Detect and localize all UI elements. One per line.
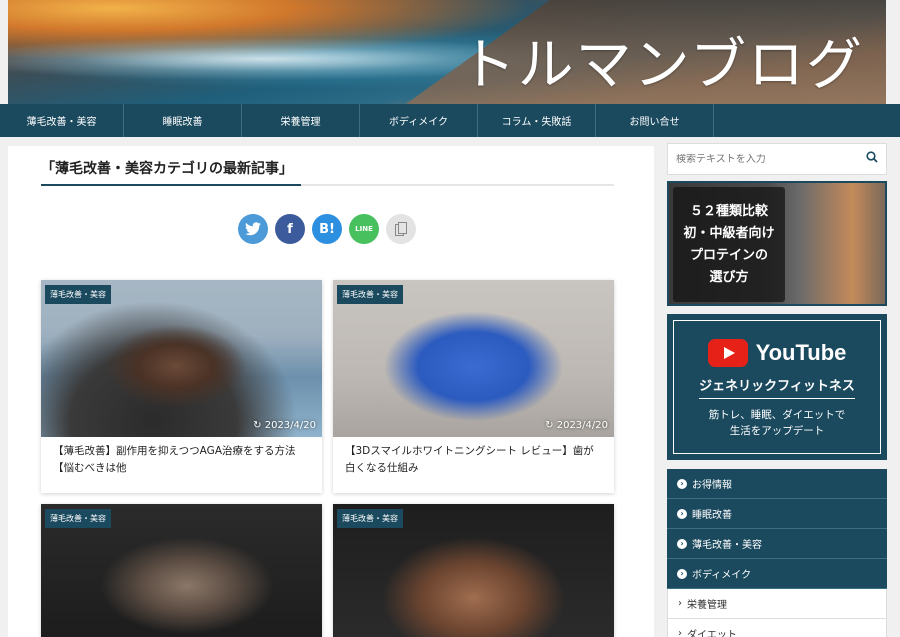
search-input[interactable] bbox=[668, 153, 858, 165]
line-label: LINE bbox=[355, 225, 373, 233]
global-nav: 薄毛改善・美容 睡眠改善 栄養管理 ボディメイク コラム・失敗話 お問い合せ bbox=[0, 104, 900, 137]
copy-icon bbox=[395, 222, 407, 236]
site-header[interactable]: トルマンブログ bbox=[8, 0, 886, 104]
hatena-share-button[interactable]: B! bbox=[312, 214, 342, 244]
chevron-right-icon: › bbox=[677, 478, 687, 489]
article-title[interactable]: 【3Dスマイルホワイトニングシート レビュー】歯が白くなる仕組み bbox=[333, 437, 614, 493]
banner-line: プロテインの bbox=[689, 248, 768, 263]
article-card[interactable]: 薄毛改善・美容 bbox=[333, 504, 614, 637]
chevron-right-icon: › bbox=[678, 628, 682, 637]
channel-description: 筋トレ、睡眠、ダイエットで 生活をアップデート bbox=[674, 407, 880, 439]
category-item-body-make[interactable]: › ボディメイク bbox=[667, 559, 887, 589]
category-item-sleep[interactable]: › 睡眠改善 bbox=[667, 499, 887, 529]
article-date: ↻ 2023/4/20 bbox=[253, 420, 316, 431]
chevron-right-icon: › bbox=[678, 598, 682, 609]
nav-item-contact[interactable]: お問い合せ bbox=[596, 104, 714, 137]
category-badge: 薄毛改善・美容 bbox=[45, 509, 111, 528]
search-icon[interactable] bbox=[858, 151, 886, 167]
nav-item-nutrition[interactable]: 栄養管理 bbox=[242, 104, 360, 137]
nav-item-body-make[interactable]: ボディメイク bbox=[360, 104, 478, 137]
desc-line: 生活をアップデート bbox=[729, 425, 825, 437]
category-heading: 「薄毛改善・美容カテゴリの最新記事」 bbox=[41, 156, 614, 186]
article-card[interactable]: 薄毛改善・美容 ↻ 2023/4/20 【薄毛改善】副作用を抑えつつAGA治療を… bbox=[41, 280, 322, 493]
chevron-right-icon: › bbox=[677, 538, 687, 549]
nav-item-sleep[interactable]: 睡眠改善 bbox=[124, 104, 242, 137]
subcategory-item-diet[interactable]: › ダイエット bbox=[667, 619, 887, 637]
article-date: ↻ 2023/4/20 bbox=[545, 420, 608, 431]
article-thumbnail[interactable]: 薄毛改善・美容 bbox=[333, 504, 614, 637]
banner-line: ５２種類比較 bbox=[689, 204, 768, 219]
copy-link-button[interactable] bbox=[386, 214, 416, 244]
article-thumbnail[interactable]: 薄毛改善・美容 bbox=[41, 504, 322, 637]
category-label: お得情報 bbox=[692, 480, 732, 491]
nav-item-column[interactable]: コラム・失敗話 bbox=[478, 104, 596, 137]
date-text: 2023/4/20 bbox=[264, 420, 316, 431]
category-badge: 薄毛改善・美容 bbox=[337, 509, 403, 528]
site-title[interactable]: トルマンブログ bbox=[460, 20, 864, 101]
update-icon: ↻ bbox=[253, 420, 265, 431]
banner-line: 選び方 bbox=[709, 270, 749, 285]
article-card[interactable]: 薄毛改善・美容 bbox=[41, 504, 322, 637]
facebook-share-button[interactable]: f bbox=[275, 214, 305, 244]
search-box bbox=[667, 143, 887, 175]
category-list: › お得情報 › 睡眠改善 › 薄毛改善・美容 › ボディメイク › 栄養管理 › ダイエッ… bbox=[667, 469, 887, 637]
category-label: 睡眠改善 bbox=[692, 510, 732, 521]
line-share-button[interactable]: LINE bbox=[349, 214, 379, 244]
twitter-icon bbox=[245, 222, 261, 236]
article-title[interactable]: 【薄毛改善】副作用を抑えつつAGA治療をする方法【悩むべきは他 bbox=[41, 437, 322, 493]
share-buttons: f B! LINE bbox=[238, 214, 416, 244]
twitter-share-button[interactable] bbox=[238, 214, 268, 244]
protein-guide-banner[interactable]: ５２種類比較 初・中級者向け プロテインの 選び方 bbox=[667, 181, 887, 306]
date-text: 2023/4/20 bbox=[556, 420, 608, 431]
youtube-channel-banner[interactable]: YouTube ジェネリックフィットネス 筋トレ、睡眠、ダイエットで 生活をアッ… bbox=[667, 314, 887, 460]
main-content: 「薄毛改善・美容カテゴリの最新記事」 f B! LINE 薄毛改善・美容 ↻ 2… bbox=[8, 146, 654, 637]
category-label: 薄毛改善・美容 bbox=[692, 540, 762, 551]
category-label: ボディメイク bbox=[692, 570, 752, 581]
youtube-logo: YouTube bbox=[674, 339, 880, 367]
category-item-hair-beauty[interactable]: › 薄毛改善・美容 bbox=[667, 529, 887, 559]
nav-item-hair-beauty[interactable]: 薄毛改善・美容 bbox=[0, 104, 124, 137]
article-card[interactable]: 薄毛改善・美容 ↻ 2023/4/20 【3Dスマイルホワイトニングシート レビ… bbox=[333, 280, 614, 493]
play-icon bbox=[707, 339, 748, 367]
desc-line: 筋トレ、睡眠、ダイエットで bbox=[708, 409, 846, 421]
category-label: ダイエット bbox=[687, 630, 737, 637]
banner-text-box: ５２種類比較 初・中級者向け プロテインの 選び方 bbox=[673, 187, 785, 302]
banner-line: 初・中級者向け bbox=[683, 226, 775, 241]
banner-inner: YouTube ジェネリックフィットネス 筋トレ、睡眠、ダイエットで 生活をアッ… bbox=[673, 320, 881, 454]
chevron-right-icon: › bbox=[677, 568, 687, 579]
subcategory-item-nutrition[interactable]: › 栄養管理 bbox=[667, 589, 887, 619]
chevron-right-icon: › bbox=[677, 508, 687, 519]
article-thumbnail[interactable]: 薄毛改善・美容 ↻ 2023/4/20 bbox=[333, 280, 614, 437]
category-label: 栄養管理 bbox=[687, 600, 727, 611]
update-icon: ↻ bbox=[545, 420, 557, 431]
youtube-wordmark: YouTube bbox=[755, 340, 847, 365]
category-item-deals[interactable]: › お得情報 bbox=[667, 469, 887, 499]
category-badge: 薄毛改善・美容 bbox=[45, 285, 111, 304]
article-thumbnail[interactable]: 薄毛改善・美容 ↻ 2023/4/20 bbox=[41, 280, 322, 437]
channel-name: ジェネリックフィットネス bbox=[699, 375, 855, 399]
category-badge: 薄毛改善・美容 bbox=[337, 285, 403, 304]
